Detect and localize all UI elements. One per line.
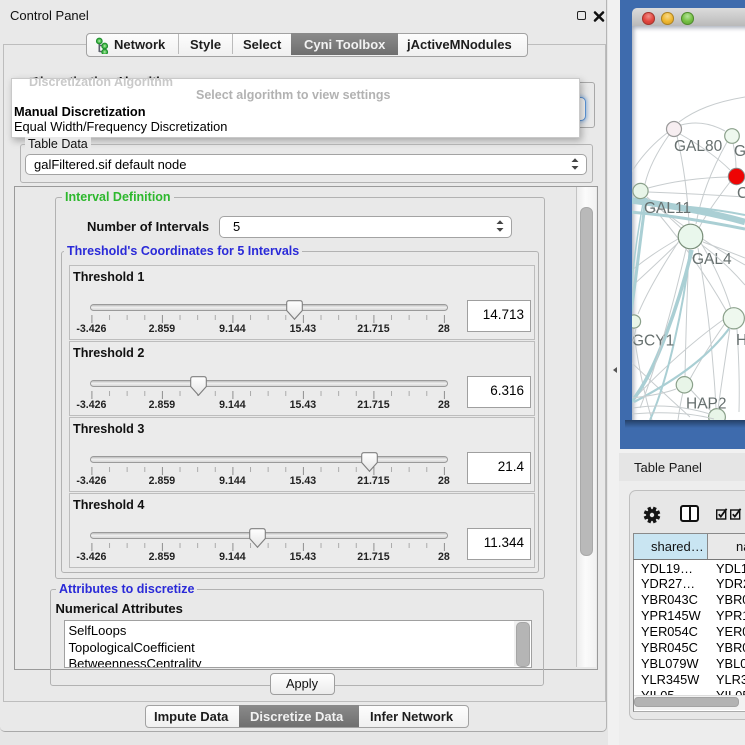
- svg-text:C: C: [737, 185, 745, 202]
- svg-text:H: H: [736, 332, 745, 349]
- svg-text:GAL11: GAL11: [644, 200, 691, 217]
- svg-text:GA: GA: [734, 143, 745, 160]
- svg-text:GAL80: GAL80: [674, 138, 723, 155]
- svg-text:GCY1: GCY1: [632, 333, 674, 350]
